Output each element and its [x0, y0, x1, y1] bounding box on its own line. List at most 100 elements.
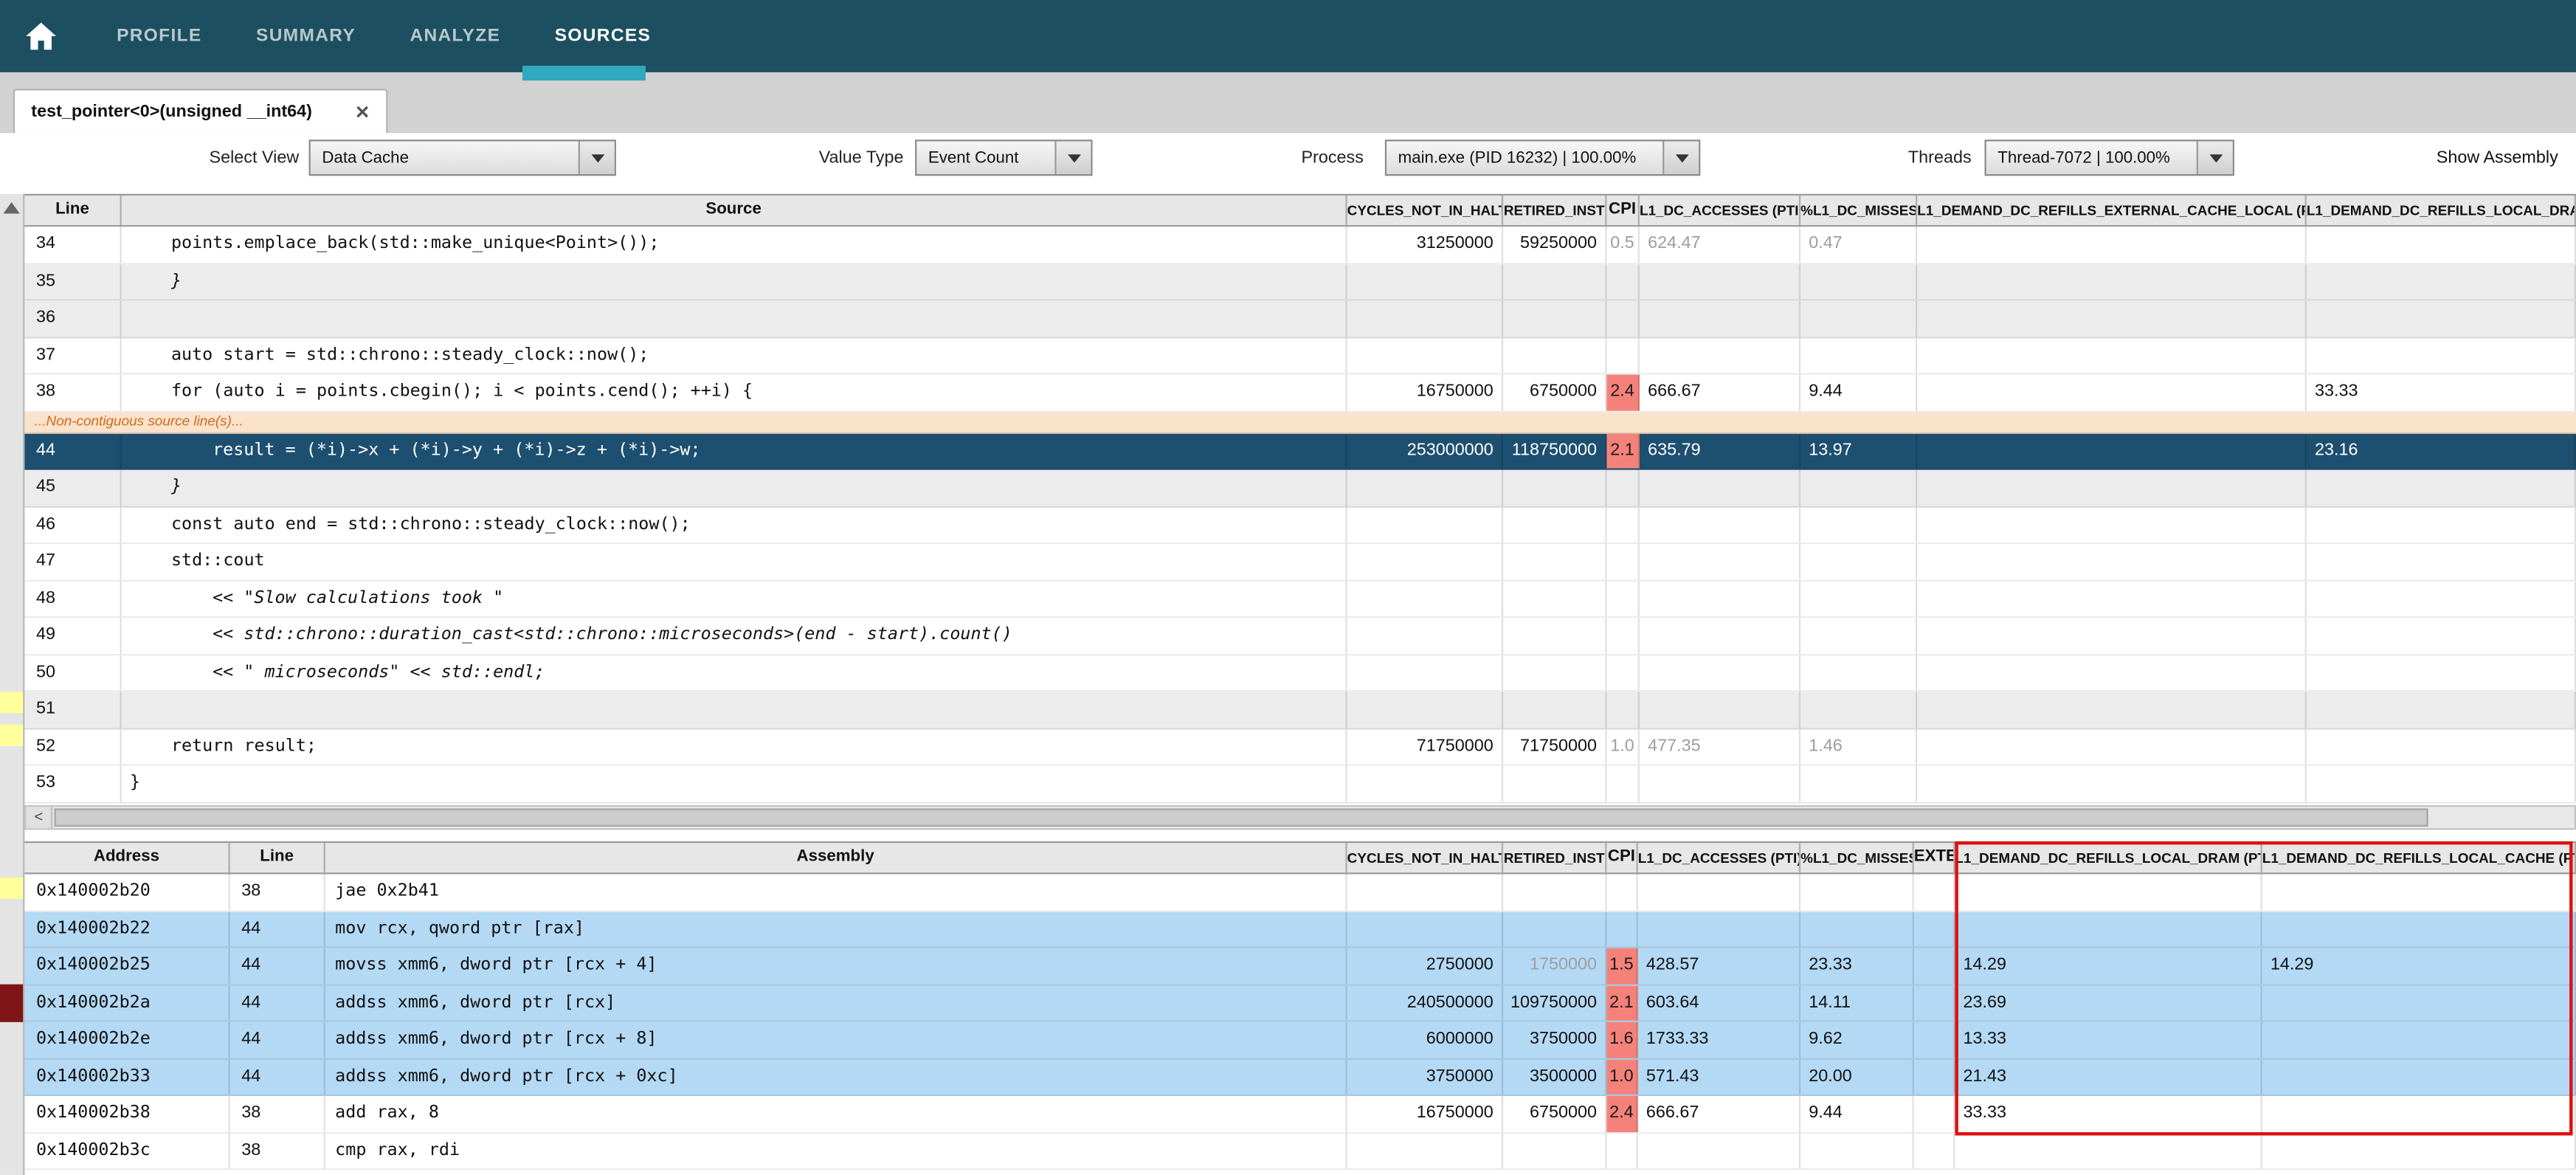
column-header-retired-inst[interactable]: RETIRED_INST	[1503, 196, 1606, 225]
cell-l1-dc-misses	[1800, 338, 1917, 373]
home-button[interactable]	[20, 15, 63, 58]
cell-external-truncated	[1914, 912, 1955, 947]
assembly-row-0x140002b3c[interactable]: 0x140002b3c38cmp rax, rdi	[24, 1133, 2576, 1170]
column-header--l1-dc-misses[interactable]: %L1_DC_MISSES	[1800, 843, 1914, 872]
column-header-cycles-not-in-halt[interactable]: CYCLES_NOT_IN_HALT	[1347, 843, 1504, 872]
cell-retired-inst	[1503, 300, 1606, 336]
column-header-cpi[interactable]: CPI	[1606, 843, 1637, 872]
column-header-l1-dc-accesses-pti-[interactable]: L1_DC_ACCESSES (PTI)	[1638, 843, 1800, 872]
assembly-row-0x140002b25[interactable]: 0x140002b2544movss xmm6, dword ptr [rcx …	[24, 948, 2576, 985]
cell-refills-local-cache	[2262, 912, 2576, 947]
column-header-line[interactable]: Line	[230, 843, 325, 872]
cell-refills-local-cache: 14.29	[2262, 948, 2576, 984]
cell-l1-dc-accesses	[1638, 912, 1800, 947]
cell-refills-local-dram: 13.33	[1955, 1022, 2262, 1058]
column-header-exte[interactable]: EXTE	[1914, 843, 1955, 872]
nav-item-sources[interactable]: SOURCES	[555, 27, 651, 46]
toolbar: Select View Data Cache Value Type Event …	[0, 133, 2576, 184]
source-row-36[interactable]: 36	[24, 300, 2576, 337]
cell-line: 38	[230, 1096, 325, 1131]
cell-l1-dc-accesses	[1640, 766, 1800, 802]
column-header--l1-dc-misses[interactable]: %L1_DC_MISSES	[1800, 196, 1917, 225]
cell-l1-dc-misses: 13.97	[1800, 433, 1917, 469]
nav-item-analyze[interactable]: ANALYZE	[410, 27, 500, 46]
source-row-50[interactable]: 50<< " microseconds" << std::endl;	[24, 655, 2576, 692]
cell-l1-dc-misses	[1800, 300, 1917, 336]
assembly-row-0x140002b38[interactable]: 0x140002b3838add rax, 81675000067500002.…	[24, 1096, 2576, 1133]
source-row-46[interactable]: 46const auto end = std::chrono::steady_c…	[24, 507, 2576, 544]
column-header-line[interactable]: Line	[24, 196, 121, 225]
cell-refills-external-cache-local	[1917, 470, 2307, 506]
cell-refills-external-cache-local	[1917, 766, 2307, 802]
cell-refills-local-dram	[1955, 912, 2262, 947]
column-header-l1-dc-accesses-pti-[interactable]: L1_DC_ACCESSES (PTI)	[1640, 196, 1800, 225]
scroll-left-button[interactable]: <	[27, 807, 53, 828]
cell-external-truncated	[1914, 985, 1955, 1021]
column-header-l1-demand-dc-refills-local-cache-pti-[interactable]: L1_DEMAND_DC_REFILLS_LOCAL_CACHE (PTI)	[2262, 843, 2576, 872]
top-nav: PROFILE SUMMARY ANALYZE SOURCES	[0, 0, 2576, 72]
scrollbar-thumb[interactable]	[54, 808, 2428, 826]
source-row-35[interactable]: 35}	[24, 263, 2576, 300]
source-row-47[interactable]: 47std::cout	[24, 544, 2576, 581]
cell-cpi	[1606, 1133, 1637, 1168]
profiler-sources-view: PROFILE SUMMARY ANALYZE SOURCES test_pointe…	[0, 0, 2576, 1175]
cell-retired-inst	[1503, 912, 1606, 947]
assembly-row-0x140002b22[interactable]: 0x140002b2244mov rcx, qword ptr [rax]	[24, 912, 2576, 948]
scroll-up-arrow[interactable]	[3, 202, 19, 214]
source-row-49[interactable]: 49<< std::chrono::duration_cast<std::chr…	[24, 618, 2576, 655]
show-assembly-toggle[interactable]: Show Assembly	[2437, 133, 2558, 184]
close-icon[interactable]: ✕	[355, 101, 370, 123]
cell-retired-inst	[1503, 655, 1606, 690]
cell-external-truncated	[1914, 1059, 1955, 1095]
column-header-l1-demand-dc-refills-local-dram[interactable]: L1_DEMAND_DC_REFILLS_LOCAL_DRAM	[2307, 196, 2576, 225]
source-row-48[interactable]: 48<< "Slow calculations took "	[24, 581, 2576, 618]
column-header-cpi[interactable]: CPI	[1606, 196, 1640, 225]
assembly-row-0x140002b2a[interactable]: 0x140002b2a44addss xmm6, dword ptr [rcx]…	[24, 985, 2576, 1022]
cell-line: 34	[24, 227, 121, 262]
column-header-l1-demand-dc-refills-local-dram-pti-[interactable]: L1_DEMAND_DC_REFILLS_LOCAL_DRAM (PTI)	[1955, 843, 2262, 872]
column-header-retired-inst[interactable]: RETIRED_INST	[1503, 843, 1606, 872]
nav-item-profile[interactable]: PROFILE	[117, 27, 201, 46]
threads-value: Thread-7072 | 100.00%	[1986, 148, 2197, 166]
cell-cycles-not-in-halt: 6000000	[1347, 1022, 1504, 1058]
assembly-row-0x140002b33[interactable]: 0x140002b3344addss xmm6, dword ptr [rcx …	[24, 1059, 2576, 1096]
tab-test-pointer[interactable]: test_pointer<0>(unsigned __int64) ✕	[13, 89, 388, 133]
assembly-table-body: 0x140002b2038jae 0x2b410x140002b2244mov …	[24, 874, 2576, 1170]
cell-assembly: addss xmm6, dword ptr [rcx + 0xc]	[325, 1059, 1347, 1095]
column-header-l1-demand-dc-refills-external-cache-local-pti-[interactable]: L1_DEMAND_DC_REFILLS_EXTERNAL_CACHE_LOCA…	[1917, 196, 2307, 225]
column-header-cycles-not-in-halt[interactable]: CYCLES_NOT_IN_HALT	[1347, 196, 1504, 225]
process-dropdown[interactable]: main.exe (PID 16232) | 100.00%	[1385, 139, 1700, 176]
cell-cycles-not-in-halt: 240500000	[1347, 985, 1504, 1021]
cell-line: 44	[230, 985, 325, 1021]
threads-dropdown[interactable]: Thread-7072 | 100.00%	[1984, 139, 2234, 176]
cell-refills-external-cache-local	[1917, 728, 2307, 764]
cell-cpi: 2.4	[1606, 1096, 1637, 1131]
source-row-34[interactable]: 34points.emplace_back(std::make_unique<P…	[24, 227, 2576, 263]
source-row-51[interactable]: 51	[24, 692, 2576, 728]
source-row-53[interactable]: 53}	[24, 766, 2576, 803]
nav-item-summary[interactable]: SUMMARY	[256, 27, 356, 46]
source-row-37[interactable]: 37auto start = std::chrono::steady_clock…	[24, 338, 2576, 375]
column-header-assembly[interactable]: Assembly	[325, 843, 1347, 872]
horizontal-scrollbar[interactable]: <	[24, 805, 2576, 830]
chevron-down-icon	[1054, 141, 1091, 174]
assembly-row-0x140002b20[interactable]: 0x140002b2038jae 0x2b41	[24, 874, 2576, 911]
select-view-dropdown[interactable]: Data Cache	[309, 139, 616, 176]
cell-cpi	[1606, 874, 1637, 909]
cell-refills-local-dram: 14.29	[1955, 948, 2262, 984]
cell-assembly: addss xmm6, dword ptr [rcx + 8]	[325, 1022, 1347, 1058]
value-type-dropdown[interactable]: Event Count	[915, 139, 1092, 176]
cell-source: points.emplace_back(std::make_unique<Poi…	[122, 227, 1347, 262]
column-header-address[interactable]: Address	[24, 843, 229, 872]
source-row-44[interactable]: 44result = (*i)->x + (*i)->y + (*i)->z +…	[24, 433, 2576, 470]
cell-assembly: mov rcx, qword ptr [rax]	[325, 912, 1347, 947]
cell-refills-local-dram	[2307, 470, 2576, 506]
source-row-38[interactable]: 38for (auto i = points.cbegin(); i < poi…	[24, 375, 2576, 412]
source-row-52[interactable]: 52return result;71750000717500001.0477.3…	[24, 728, 2576, 765]
cell-refills-local-dram: 21.43	[1955, 1059, 2262, 1095]
cell-l1-dc-accesses: 1733.33	[1638, 1022, 1800, 1058]
source-row-45[interactable]: 45}	[24, 470, 2576, 507]
column-header-source[interactable]: Source	[122, 196, 1347, 225]
assembly-row-0x140002b2e[interactable]: 0x140002b2e44addss xmm6, dword ptr [rcx …	[24, 1022, 2576, 1059]
cell-refills-external-cache-local	[1917, 338, 2307, 373]
